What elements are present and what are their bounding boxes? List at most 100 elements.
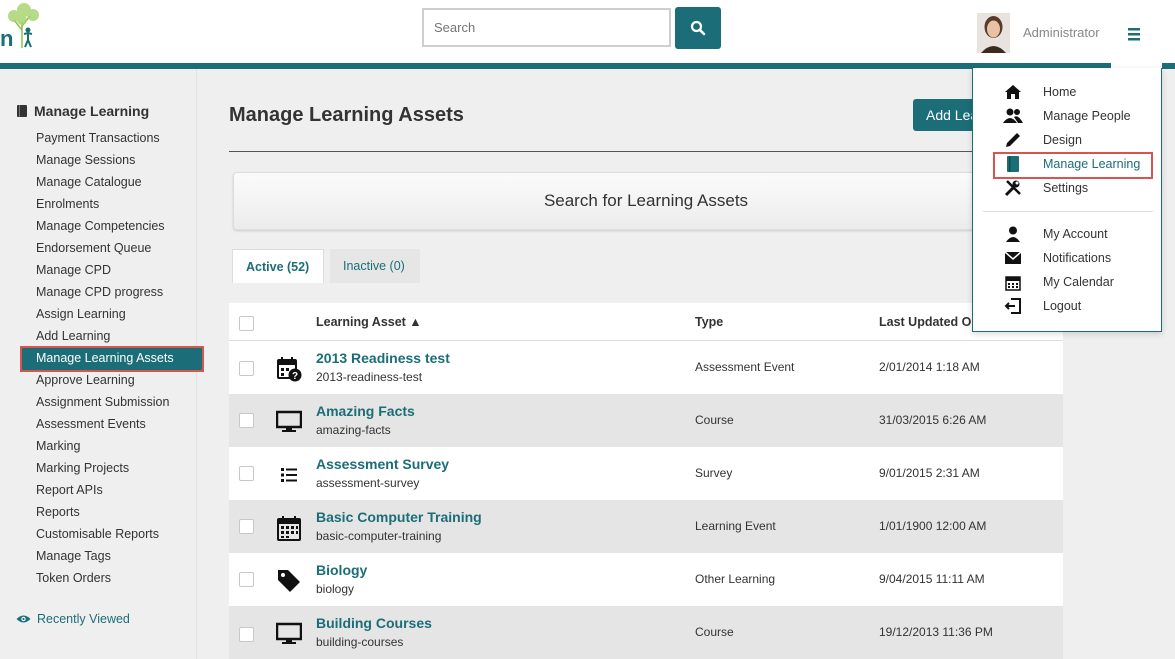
sidebar-item-add-learning[interactable]: Add Learning: [36, 329, 110, 343]
sidebar-item-endorsement-queue[interactable]: Endorsement Queue: [36, 241, 151, 255]
asset-slug: building-courses: [316, 635, 404, 649]
menu-item-design[interactable]: Design: [1043, 133, 1082, 147]
asset-name-link[interactable]: Assessment Survey: [316, 456, 449, 472]
sidebar-item-approve-learning[interactable]: Approve Learning: [36, 373, 135, 387]
sidebar-item-manage-catalogue[interactable]: Manage Catalogue: [36, 175, 142, 189]
asset-slug: amazing-facts: [316, 423, 391, 437]
search-button[interactable]: [675, 7, 721, 49]
sidebar-item-marking[interactable]: Marking: [36, 439, 80, 453]
asset-type: Survey: [695, 466, 733, 480]
asset-updated: 9/04/2015 11:11 AM: [879, 572, 985, 586]
pencil-icon: [1003, 131, 1023, 149]
tools-icon: [1003, 179, 1023, 197]
asset-slug: 2013-readiness-test: [316, 370, 423, 384]
sidebar-item-assessment-events[interactable]: Assessment Events: [36, 417, 146, 431]
asset-updated: 1/01/1900 12:00 AM: [879, 519, 987, 533]
asset-name-link[interactable]: Amazing Facts: [316, 403, 415, 419]
search-input[interactable]: [422, 8, 671, 47]
sidebar-item-assignment-submission[interactable]: Assignment Submission: [36, 395, 169, 409]
sidebar-item-marking-projects[interactable]: Marking Projects: [36, 461, 129, 475]
table-row: Biology biology Other Learning 9/04/2015…: [229, 553, 1063, 606]
monitor-icon: [275, 620, 303, 648]
sidebar-title: Manage Learning: [16, 103, 149, 119]
asset-updated: 31/03/2015 6:26 AM: [879, 413, 987, 427]
sidebar-item-report-apis[interactable]: Report APIs: [36, 483, 103, 497]
asset-slug: biology: [316, 582, 355, 596]
table-row: Basic Computer Training basic-computer-t…: [229, 500, 1063, 553]
asset-name-link[interactable]: Basic Computer Training: [316, 509, 482, 525]
calendar-icon: [1003, 273, 1023, 291]
sidebar-item-customisable-reports[interactable]: Customisable Reports: [36, 527, 159, 541]
table-row: Amazing Facts amazing-facts Course 31/03…: [229, 394, 1063, 447]
asset-type: Course: [695, 625, 734, 639]
title-divider: [229, 151, 979, 152]
menu-item-manage-learning[interactable]: Manage Learning: [1043, 157, 1140, 171]
row-checkbox[interactable]: [239, 361, 254, 376]
home-icon: [1003, 83, 1023, 101]
book-icon: [17, 105, 27, 117]
sidebar-item-manage-competencies[interactable]: Manage Competencies: [36, 219, 165, 233]
sidebar-item-assign-learning[interactable]: Assign Learning: [36, 307, 126, 321]
sidebar-item-payment-transactions[interactable]: Payment Transactions: [36, 131, 160, 145]
recently-viewed-label: Recently Viewed: [37, 612, 130, 626]
asset-type: Course: [695, 413, 734, 427]
row-checkbox[interactable]: [239, 413, 254, 428]
svg-text:n: n: [0, 26, 13, 50]
sidebar-item-manage-cpd[interactable]: Manage CPD: [36, 263, 111, 277]
menu-item-my-calendar[interactable]: My Calendar: [1043, 275, 1114, 289]
tab-active[interactable]: Active (52): [232, 249, 324, 283]
learning-assets-table: Learning Asset ▲ Type Last Updated On ? …: [229, 303, 1063, 659]
column-last-updated[interactable]: Last Updated On: [879, 315, 979, 329]
search-icon: [690, 20, 706, 36]
recently-viewed-link[interactable]: Recently Viewed: [16, 612, 130, 626]
asset-slug: assessment-survey: [316, 476, 420, 490]
hamburger-menu-icon[interactable]: [1126, 26, 1144, 42]
asset-updated: 9/01/2015 2:31 AM: [879, 466, 980, 480]
table-row: ? 2013 Readiness test 2013-readiness-tes…: [229, 341, 1063, 394]
user-name[interactable]: Administrator: [1023, 25, 1100, 40]
menu-item-manage-people[interactable]: Manage People: [1043, 109, 1131, 123]
row-checkbox[interactable]: [239, 519, 254, 534]
row-checkbox[interactable]: [239, 466, 254, 481]
table-row: Assessment Survey assessment-survey Surv…: [229, 447, 1063, 500]
row-checkbox[interactable]: [239, 572, 254, 587]
column-type[interactable]: Type: [695, 315, 723, 329]
menu-item-home[interactable]: Home: [1043, 85, 1076, 99]
svg-text:?: ?: [292, 371, 298, 382]
asset-name-link[interactable]: 2013 Readiness test: [316, 350, 450, 366]
avatar[interactable]: [977, 13, 1010, 53]
menu-item-logout[interactable]: Logout: [1043, 299, 1081, 313]
row-checkbox[interactable]: [239, 627, 254, 642]
menu-item-settings[interactable]: Settings: [1043, 181, 1088, 195]
asset-type: Learning Event: [695, 519, 776, 533]
eye-icon: [16, 615, 31, 623]
asset-type: Other Learning: [695, 572, 776, 586]
column-learning-asset[interactable]: Learning Asset ▲: [316, 315, 422, 329]
page-title: Manage Learning Assets: [229, 104, 464, 126]
top-header: n Administrator: [0, 0, 1175, 63]
sidebar-item-manage-cpd-progress[interactable]: Manage CPD progress: [36, 285, 163, 299]
tab-inactive[interactable]: Inactive (0): [330, 249, 420, 283]
calendar-icon: [275, 514, 303, 542]
people-icon: [1003, 107, 1023, 125]
menu-divider: [983, 211, 1153, 212]
search-assets-panel[interactable]: Search for Learning Assets: [233, 172, 1059, 230]
table-header: Learning Asset ▲ Type Last Updated On: [229, 303, 1063, 341]
asset-name-link[interactable]: Building Courses: [316, 615, 432, 631]
logo[interactable]: n: [0, 0, 46, 51]
sidebar-item-enrolments[interactable]: Enrolments: [36, 197, 99, 211]
menu-item-my-account[interactable]: My Account: [1043, 227, 1108, 241]
sidebar-item-manage-tags[interactable]: Manage Tags: [36, 549, 111, 563]
asset-updated: 19/12/2013 11:36 PM: [879, 625, 993, 639]
select-all-checkbox[interactable]: [239, 316, 254, 331]
sidebar-item-token-orders[interactable]: Token Orders: [36, 571, 111, 585]
table-row: Building Courses building-courses Course…: [229, 606, 1063, 659]
sidebar-item-manage-sessions[interactable]: Manage Sessions: [36, 153, 135, 167]
asset-name-link[interactable]: Biology: [316, 562, 367, 578]
user-dropdown-menu: Home Manage People Design Manage Learnin…: [972, 68, 1162, 332]
list-icon: [275, 461, 303, 489]
sidebar-item-manage-learning-assets[interactable]: Manage Learning Assets: [20, 346, 204, 372]
sidebar-title-label: Manage Learning: [34, 103, 150, 119]
menu-item-notifications[interactable]: Notifications: [1043, 251, 1111, 265]
sidebar-item-reports[interactable]: Reports: [36, 505, 80, 519]
